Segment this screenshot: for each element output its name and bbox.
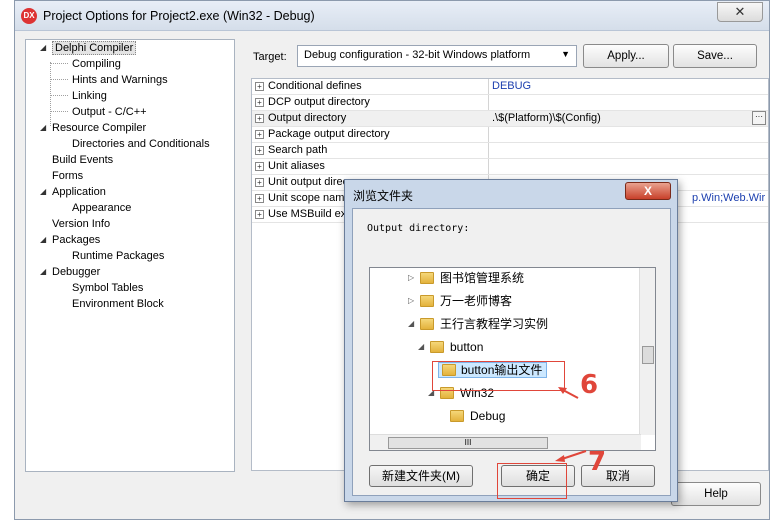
annotation-arrowhead-icon xyxy=(555,455,565,462)
annotation-arrow-6 xyxy=(562,389,579,399)
annotation-arrows xyxy=(555,387,587,462)
annotation-arrow-7 xyxy=(561,450,587,460)
